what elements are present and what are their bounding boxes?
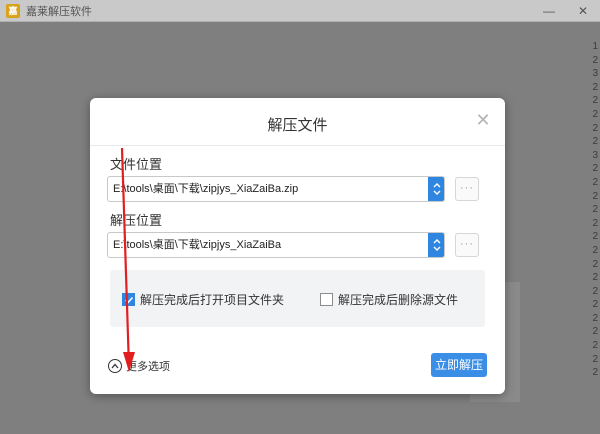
open-folder-label: 解压完成后打开项目文件夹	[140, 293, 285, 307]
side-digit: 2	[592, 54, 598, 66]
side-digit: 2	[592, 299, 598, 311]
side-digit: 2	[592, 353, 598, 365]
side-digit: 2	[592, 190, 598, 202]
side-digit: 2	[592, 340, 598, 352]
side-digit: 2	[592, 258, 598, 270]
side-digit: 2	[592, 176, 598, 188]
side-digit: 3	[592, 68, 598, 80]
delete-source-checkbox[interactable]	[320, 293, 333, 306]
options-panel: 解压完成后打开项目文件夹 解压完成后删除源文件	[110, 270, 485, 327]
side-digit: 2	[592, 204, 598, 216]
side-digit: 2	[592, 136, 598, 148]
delete-source-label: 解压完成后删除源文件	[338, 293, 459, 307]
side-digit: 2	[592, 244, 598, 256]
side-digit: 2	[592, 163, 598, 175]
side-digit: 2	[592, 285, 598, 297]
side-digit: 2	[592, 217, 598, 229]
side-digit: 2	[592, 95, 598, 107]
destination-browse-button[interactable]: ···	[455, 233, 479, 257]
more-options-label: 更多选项	[126, 361, 170, 373]
source-path-select[interactable]: E:\tools\桌面\下载\zipjys_XiaZaiBa.zip	[107, 176, 445, 202]
side-digit: 2	[592, 81, 598, 93]
side-digit: 2	[592, 272, 598, 284]
side-digit: 2	[592, 108, 598, 120]
side-digit: 1	[592, 41, 598, 52]
destination-path-value: E:\tools\桌面\下载\zipjys_XiaZaiBa	[113, 239, 282, 251]
window-controls: — ✕	[532, 0, 600, 22]
open-folder-option[interactable]: 解压完成后打开项目文件夹	[122, 291, 284, 308]
open-folder-checkbox[interactable]	[122, 293, 135, 306]
source-browse-button[interactable]: ···	[455, 177, 479, 201]
more-options-toggle[interactable]: 更多选项	[108, 358, 170, 374]
side-digit: 2	[592, 231, 598, 243]
title-divider	[90, 145, 505, 146]
side-digit: 2	[592, 122, 598, 134]
source-location-label: 文件位置	[110, 157, 163, 172]
destination-location-label: 解压位置	[110, 213, 163, 228]
destination-dropdown-arrow-icon[interactable]	[428, 233, 444, 257]
app-titlebar: 嘉 嘉莱解压软件 — ✕	[0, 0, 600, 22]
check-icon	[124, 296, 133, 304]
chevron-up-circle-icon	[108, 359, 122, 373]
source-dropdown-arrow-icon[interactable]	[428, 177, 444, 201]
side-digit: 3	[592, 149, 598, 161]
minimize-button[interactable]: —	[532, 0, 566, 22]
side-digit: 2	[592, 326, 598, 338]
side-digit: 2	[592, 367, 598, 379]
side-digit: 2	[592, 312, 598, 324]
source-path-value: E:\tools\桌面\下载\zipjys_XiaZaiBa.zip	[113, 183, 299, 195]
window-close-button[interactable]: ✕	[566, 0, 600, 22]
extract-now-button[interactable]: 立即解压	[431, 353, 487, 377]
side-digit-column: 1232222232222222222222222	[588, 40, 598, 380]
destination-path-select[interactable]: E:\tools\桌面\下载\zipjys_XiaZaiBa	[107, 232, 445, 258]
dialog-title: 解压文件	[267, 117, 328, 134]
delete-source-option[interactable]: 解压完成后删除源文件	[320, 291, 458, 308]
app-title: 嘉莱解压软件	[26, 5, 92, 18]
app-logo-icon: 嘉	[6, 3, 20, 18]
dialog-close-icon[interactable]: ✕	[475, 111, 491, 129]
extract-dialog: 解压文件 ✕ 文件位置 E:\tools\桌面\下载\zipjys_XiaZai…	[90, 98, 505, 394]
